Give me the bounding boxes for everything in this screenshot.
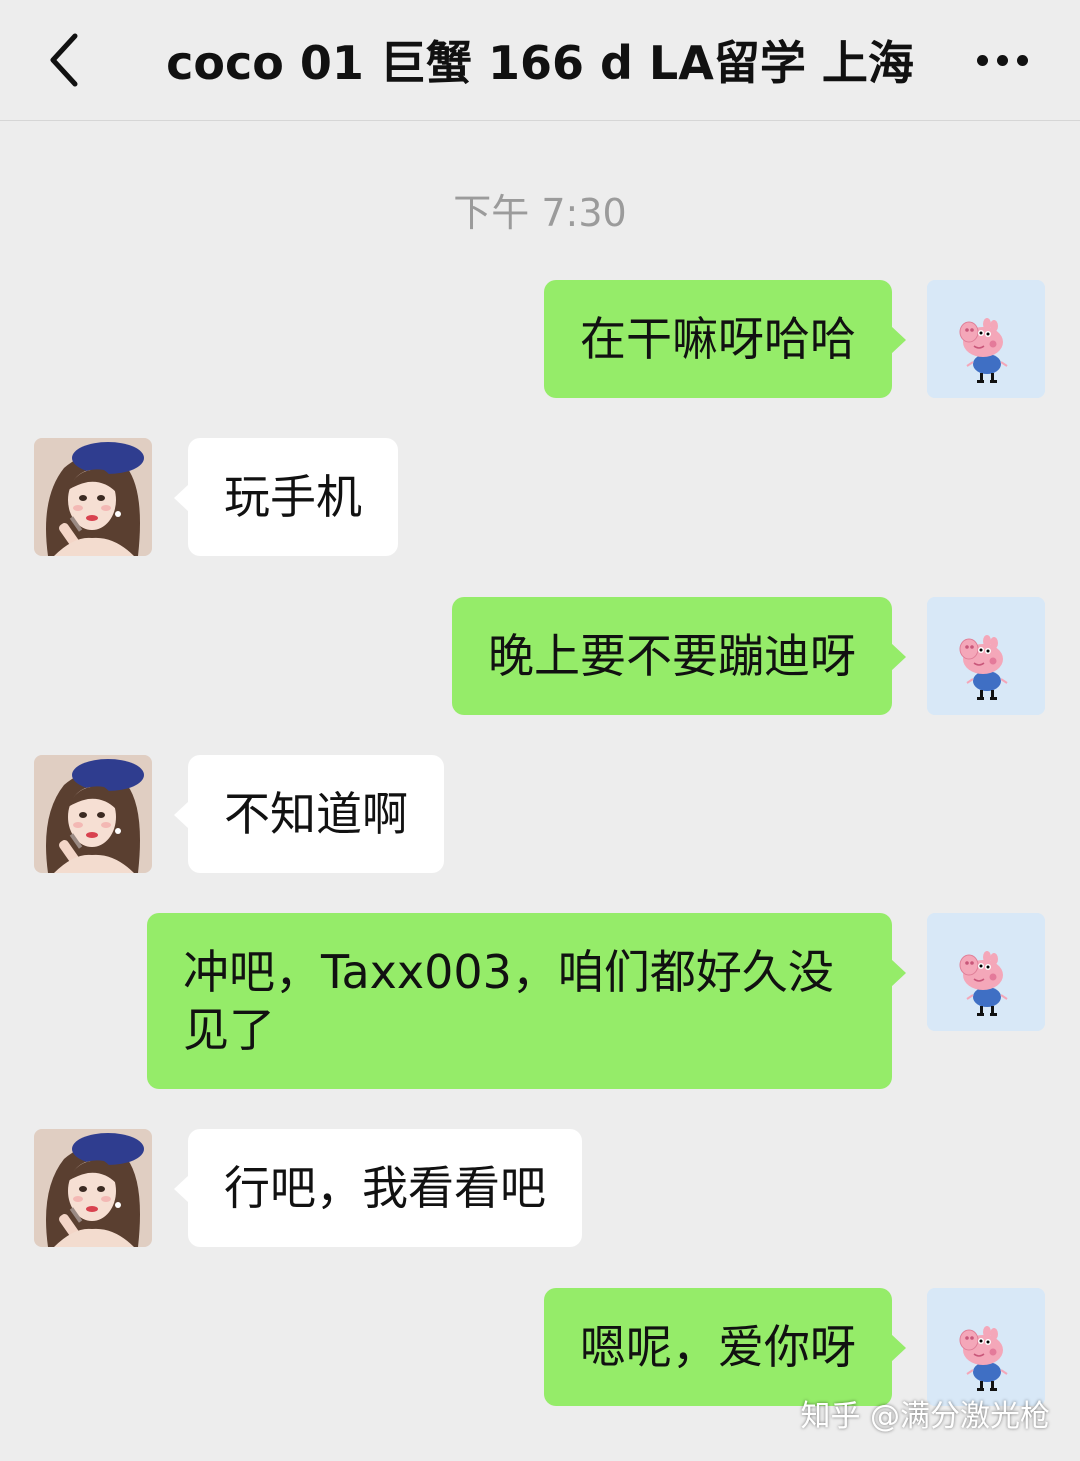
girl-portrait-avatar <box>34 755 152 873</box>
girl-portrait-avatar <box>34 438 152 556</box>
chat-title: coco 01 巨蟹 166 d LA留学 上海 <box>166 36 914 90</box>
girl-portrait-avatar <box>34 1129 152 1247</box>
contact-avatar[interactable] <box>34 1129 152 1247</box>
chat-header: coco 01 巨蟹 166 d LA留学 上海 <box>0 0 1080 121</box>
back-button[interactable] <box>30 22 100 98</box>
my-avatar[interactable] <box>927 597 1045 715</box>
contact-avatar[interactable] <box>34 438 152 556</box>
more-dots-icon <box>996 54 1008 66</box>
peppa-pig-avatar-icon <box>927 913 1045 1031</box>
my-avatar[interactable] <box>927 1288 1045 1406</box>
my-message-bubble[interactable]: 嗯呢，爱你呀 <box>544 1288 906 1406</box>
more-button[interactable] <box>962 34 1042 86</box>
more-dots-icon <box>1016 54 1028 66</box>
my-message-bubble[interactable]: 在干嘛呀哈哈 <box>544 280 906 398</box>
my-message-bubble[interactable]: 晚上要不要蹦迪呀 <box>452 597 906 715</box>
chevron-left-icon <box>50 33 78 87</box>
peppa-pig-avatar-icon <box>927 280 1045 398</box>
message-timestamp: 下午 7:30 <box>453 191 627 235</box>
my-avatar[interactable] <box>927 280 1045 398</box>
my-avatar[interactable] <box>927 913 1045 1031</box>
peppa-pig-avatar-icon <box>927 597 1045 715</box>
contact-message-bubble[interactable]: 玩手机 <box>174 438 398 556</box>
contact-message-bubble[interactable]: 不知道啊 <box>174 755 444 873</box>
more-dots-icon <box>976 54 988 66</box>
my-message-bubble[interactable]: 冲吧，Taxx003，咱们都好久没见了 <box>147 913 906 1089</box>
peppa-pig-avatar-icon <box>927 1288 1045 1406</box>
contact-message-bubble[interactable]: 行吧，我看看吧 <box>174 1129 582 1247</box>
contact-avatar[interactable] <box>34 755 152 873</box>
watermark: 知乎 @满分激光枪 <box>800 1399 1050 1434</box>
